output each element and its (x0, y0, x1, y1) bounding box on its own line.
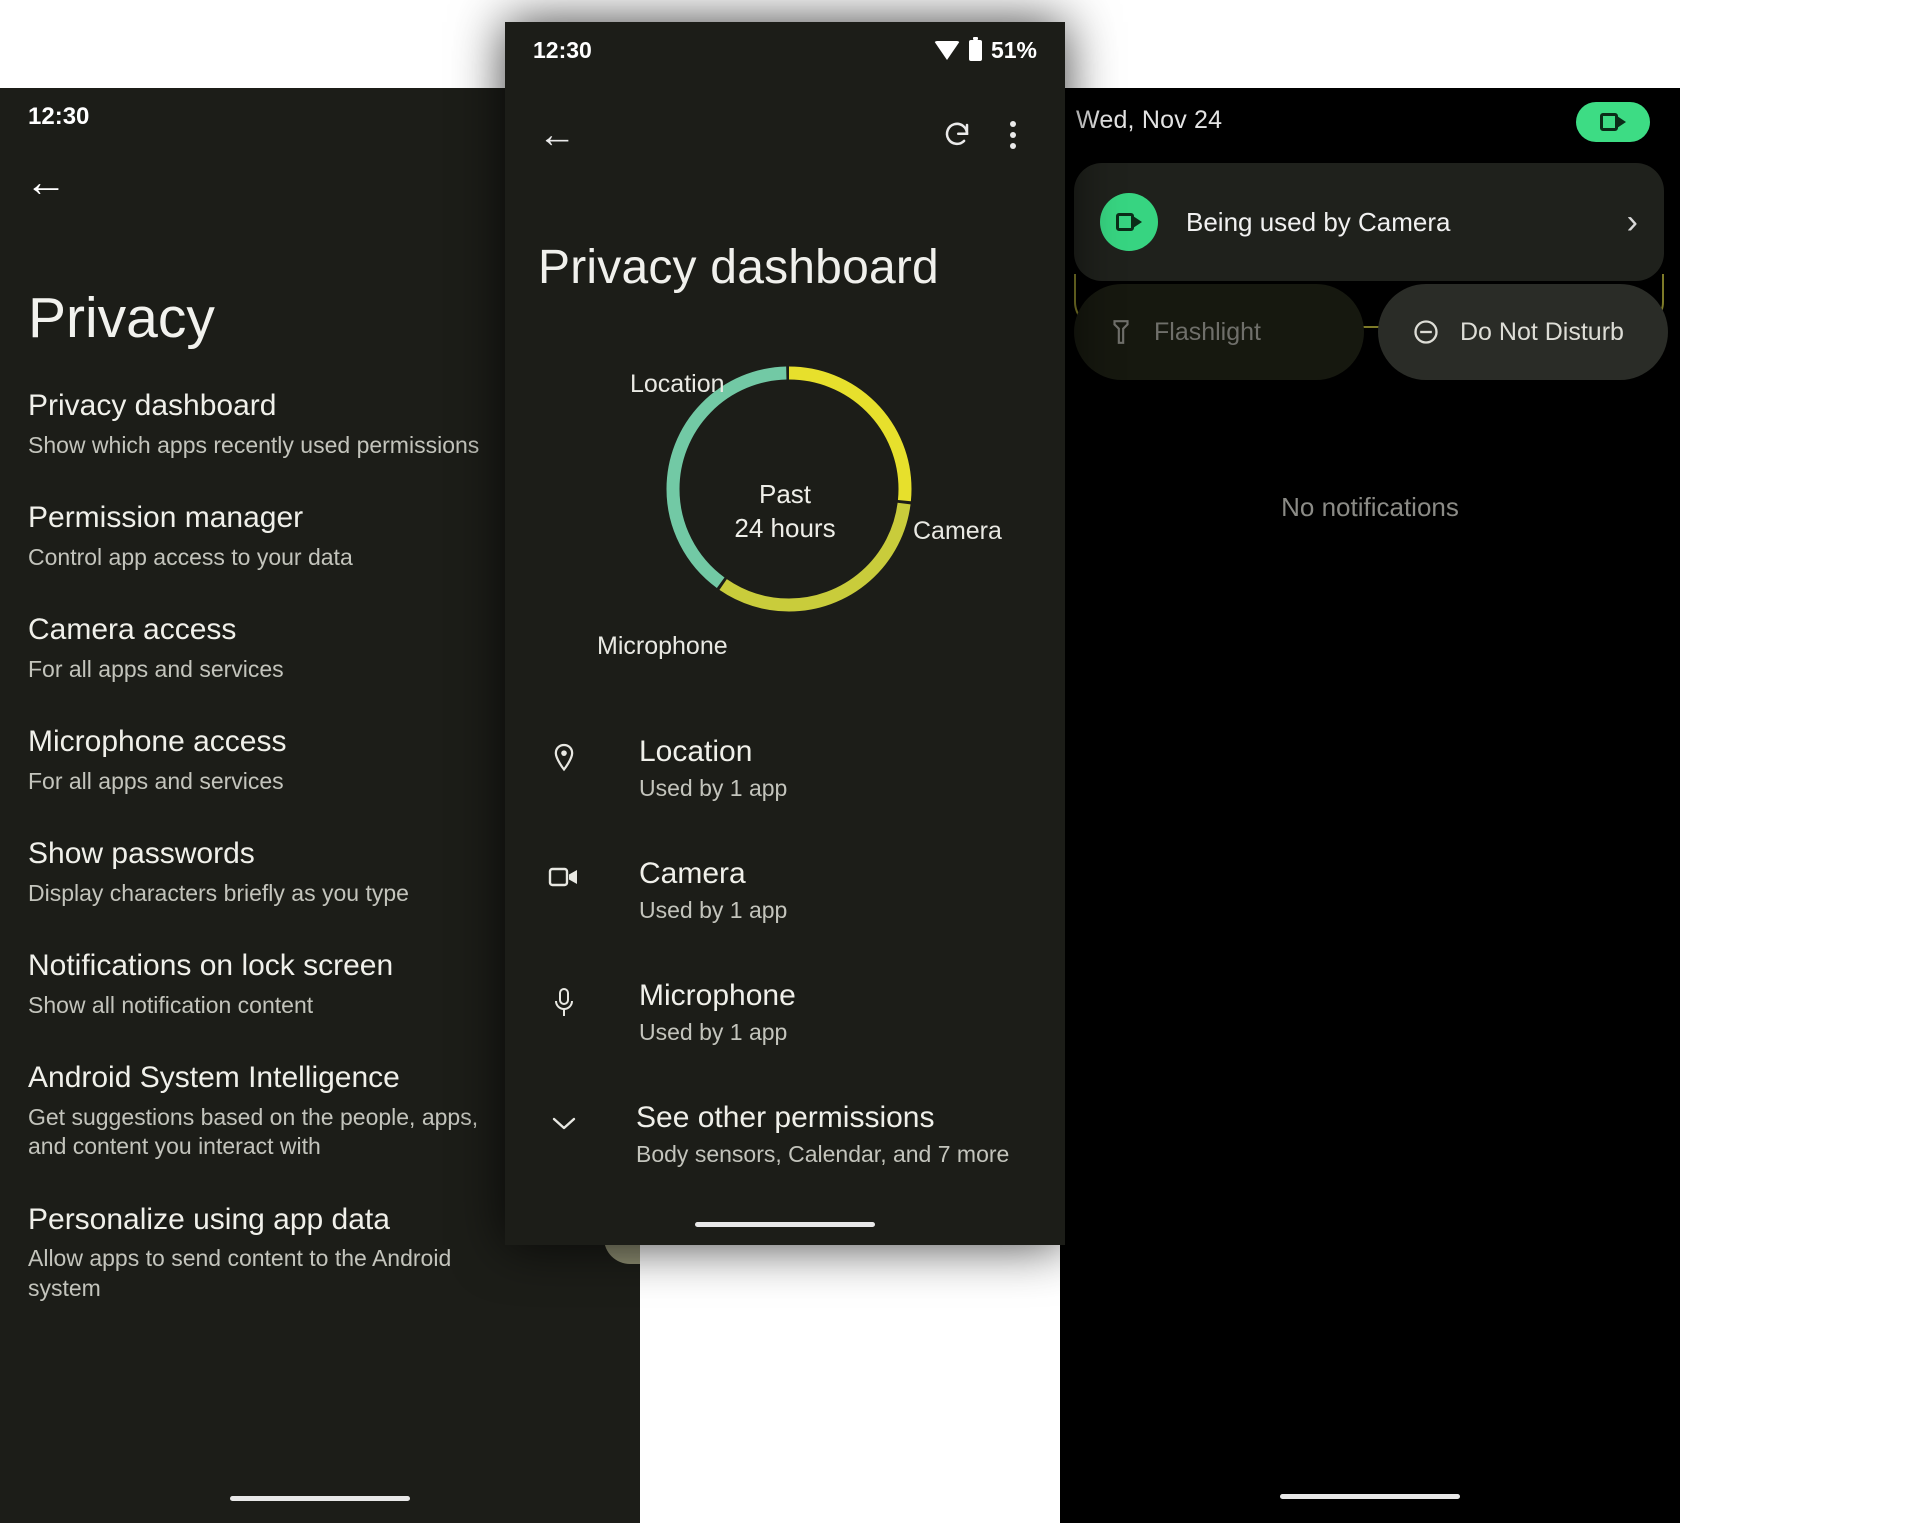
setting-subtitle: Show which apps recently used permission… (28, 431, 480, 458)
chevron-right-icon[interactable]: › (1627, 205, 1638, 239)
camera-icon (541, 856, 587, 890)
more-vertical-icon[interactable] (985, 107, 1041, 163)
back-arrow-icon[interactable]: ← (529, 107, 585, 163)
setting-subtitle: Get suggestions based on the people, app… (28, 1103, 479, 1160)
status-bar-time: 12:30 (28, 103, 90, 130)
setting-subtitle: For all apps and services (28, 767, 284, 794)
privacy-chip-being-used[interactable]: Being used by Camera › (1074, 163, 1664, 281)
qs-tile-do-not-disturb-label: Do Not Disturb (1460, 317, 1624, 346)
see-other-permissions-subtitle: Body sensors, Calendar, and 7 more (636, 1141, 1010, 1167)
donut-center-line-1: Past (758, 479, 812, 509)
privacy-dashboard-window: 12:30 51% ← Privacy dashboard Location C… (505, 22, 1065, 1245)
setting-subtitle: Control app access to your data (28, 543, 353, 570)
permission-title: Microphone (639, 979, 796, 1012)
permission-subtitle: Used by 1 app (639, 775, 788, 801)
flashlight-icon (1108, 319, 1134, 345)
setting-subtitle: Display characters briefly as you type (28, 879, 409, 906)
qs-tile-flashlight-label: Flashlight (1154, 317, 1261, 346)
dashboard-title: Privacy dashboard (538, 241, 939, 294)
notification-shade: Wed, Nov 24 Being used by Camera › Flash… (1060, 88, 1680, 1523)
no-notifications-text: No notifications (1281, 492, 1459, 522)
permission-row-microphone[interactable]: Microphone Used by 1 app (505, 978, 1065, 1046)
chevron-down-icon (541, 1100, 587, 1132)
permission-title: Camera (639, 857, 746, 890)
screenshot-root: Wed, Nov 24 Being used by Camera › Flash… (0, 0, 1920, 1523)
qs-tile-flashlight[interactable]: Flashlight (1074, 284, 1364, 380)
microphone-icon (541, 978, 587, 1020)
status-bar: 12:30 51% (505, 22, 1065, 78)
camera-icon (1100, 193, 1158, 251)
camera-active-icon (1600, 113, 1626, 131)
see-other-permissions-row[interactable]: See other permissions Body sensors, Cale… (505, 1100, 1065, 1168)
location-pin-icon (541, 734, 587, 776)
gesture-handle[interactable] (230, 1496, 410, 1501)
do-not-disturb-icon (1412, 318, 1440, 346)
permission-row-location[interactable]: Location Used by 1 app (505, 734, 1065, 802)
status-bar-battery-percent: 51% (990, 36, 1037, 63)
setting-subtitle: Show all notification content (28, 991, 314, 1018)
shade-gesture-handle[interactable] (1280, 1494, 1460, 1499)
refresh-icon[interactable] (929, 107, 985, 163)
permission-subtitle: Used by 1 app (639, 1019, 788, 1045)
page-title: Privacy (28, 286, 215, 350)
shade-date: Wed, Nov 24 (1076, 106, 1223, 134)
permission-row-camera[interactable]: Camera Used by 1 app (505, 856, 1065, 924)
permission-subtitle: Used by 1 app (639, 897, 788, 923)
app-bar: ← (505, 100, 1065, 170)
back-arrow-icon[interactable]: ← (22, 160, 70, 208)
donut-center-line-2: 24 hours (734, 513, 836, 544)
see-other-permissions-title: See other permissions (636, 1101, 935, 1134)
chart-label-microphone: Microphone (597, 632, 728, 660)
setting-subtitle: For all apps and services (28, 655, 284, 682)
permission-title: Location (639, 735, 753, 768)
gesture-handle[interactable] (695, 1222, 875, 1227)
permission-usage-list: Location Used by 1 app Camera Used by 1 … (505, 734, 1065, 1222)
donut-center-text: Past 24 hours (505, 477, 1065, 546)
chart-label-location: Location (630, 370, 725, 398)
privacy-chip-label: Being used by Camera (1186, 206, 1451, 237)
setting-subtitle: Allow apps to send content to the Androi… (28, 1245, 452, 1301)
wifi-icon (933, 40, 960, 60)
battery-icon (968, 36, 982, 61)
camera-active-pill[interactable] (1576, 102, 1650, 142)
privacy-dashboard-screen: 12:30 51% ← Privacy dashboard Location C… (505, 22, 1065, 1245)
status-bar-time: 12:30 (533, 36, 592, 63)
qs-tile-do-not-disturb[interactable]: Do Not Disturb (1378, 284, 1668, 380)
